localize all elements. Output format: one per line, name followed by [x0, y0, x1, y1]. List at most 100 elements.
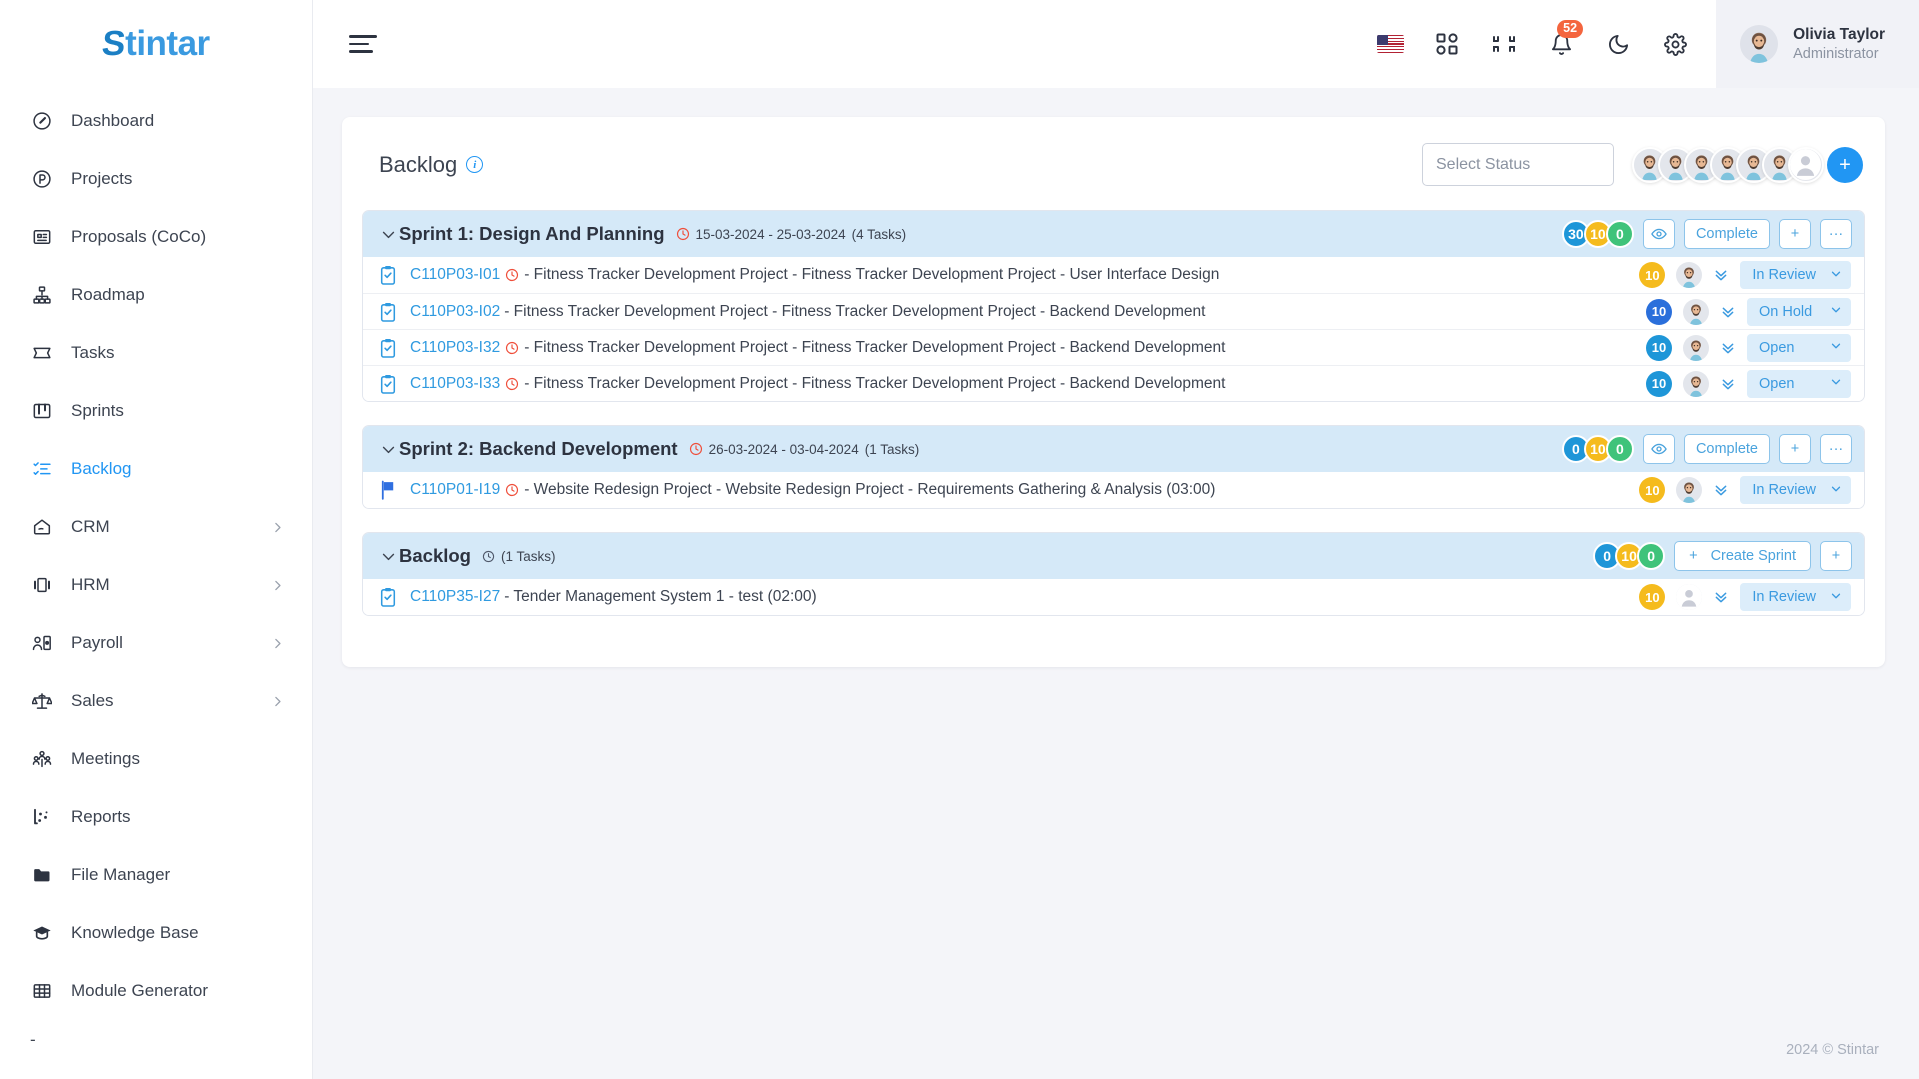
sidebar-item-file-manager[interactable]: File Manager [0, 846, 312, 904]
clock-icon [689, 442, 703, 456]
brand-logo[interactable]: Stintar [0, 0, 312, 88]
double-chevron-down-icon[interactable] [1713, 482, 1729, 498]
task-row-actions: 10 In Review [1639, 261, 1851, 289]
sprint-more-menu-button[interactable]: ··· [1820, 219, 1852, 249]
sidebar-item-projects[interactable]: Projects [0, 150, 312, 208]
dark-mode-icon[interactable] [1603, 29, 1633, 59]
task-key[interactable]: C110P03-I32 [410, 339, 500, 357]
task-clipboard-icon [377, 374, 399, 394]
task-points-badge: 10 [1639, 477, 1666, 503]
select-status-dropdown[interactable]: Select Status [1422, 143, 1614, 186]
task-assignee-avatar[interactable] [1683, 370, 1709, 397]
task-points-badge: 10 [1639, 262, 1666, 288]
task-status-dropdown[interactable]: In Review [1740, 583, 1851, 611]
task-status-dropdown[interactable]: Open [1747, 369, 1851, 398]
backlog-card: Backlog i Select Status + Sprint 1: Desi… [342, 117, 1885, 667]
create-sprint-plus-icon: + [1689, 548, 1698, 564]
empty-user-avatar[interactable] [1788, 146, 1824, 183]
profile-meta: Olivia Taylor Administrator [1793, 25, 1885, 63]
task-row[interactable]: C110P03-I02- Fitness Tracker Development… [363, 293, 1864, 329]
sprint-more-menu-button[interactable]: ··· [1820, 434, 1852, 464]
task-key[interactable]: C110P35-I27 [410, 588, 500, 606]
hamburger-icon[interactable] [349, 32, 379, 56]
create-sprint-button[interactable]: + Create Sprint [1674, 541, 1811, 571]
sidebar-item-crm[interactable]: CRM [0, 498, 312, 556]
task-status-dropdown[interactable]: Open [1747, 333, 1851, 362]
task-status-dropdown[interactable]: In Review [1740, 261, 1851, 289]
task-assignee-avatar[interactable] [1676, 262, 1703, 288]
task-status-dropdown[interactable]: In Review [1740, 476, 1851, 504]
chevron-down-icon[interactable] [377, 548, 399, 565]
chevron-down-icon[interactable] [377, 226, 399, 243]
sidebar-item-sprints[interactable]: Sprints [0, 382, 312, 440]
sidebar-item-backlog[interactable]: Backlog [0, 440, 312, 498]
task-status-dropdown[interactable]: On Hold [1747, 297, 1851, 326]
task-points-badge: 10 [1646, 298, 1672, 325]
double-chevron-down-icon[interactable] [1713, 589, 1729, 605]
sprint-preview-button[interactable] [1642, 434, 1675, 464]
task-row[interactable]: C110P03-I01 - Fitness Tracker Development… [363, 257, 1864, 293]
footer: 2024 © Stintar [313, 1042, 1919, 1079]
info-icon[interactable]: i [466, 156, 484, 173]
task-key[interactable]: C110P01-I19 [410, 481, 500, 499]
sidebar-item-meetings[interactable]: Meetings [0, 730, 312, 788]
double-chevron-down-icon[interactable] [1713, 267, 1729, 283]
apps-grid-icon[interactable] [1432, 29, 1462, 59]
task-key[interactable]: C110P03-I01 [410, 266, 500, 284]
sidebar-item-module-generator[interactable]: Module Generator [0, 962, 312, 1020]
task-status-label: In Review [1752, 589, 1816, 605]
sprint-count-badges: 30 10 0 [1561, 220, 1634, 248]
sprint-task-count: (1 Tasks) [500, 548, 556, 564]
sidebar-item-hrm[interactable]: HRM [0, 556, 312, 614]
double-chevron-down-icon[interactable] [1720, 304, 1736, 320]
task-assignee-avatar[interactable] [1683, 334, 1709, 361]
sprint-group-header: Sprint 1: Design And Planning 15-03-2024 … [363, 211, 1864, 257]
sidebar-item-knowledge-base[interactable]: Knowledge Base [0, 904, 312, 962]
task-row[interactable]: C110P01-I19 - Website Redesign Project - … [363, 472, 1864, 508]
sidebar-item-sales[interactable]: Sales [0, 672, 312, 730]
sprint-add-task-button[interactable]: + [1779, 434, 1811, 464]
task-assignee-avatar[interactable] [1683, 298, 1709, 325]
task-row-actions: 10 On Hold [1646, 297, 1851, 326]
sprint-group-header: Sprint 2: Backend Development 26-03-2024 … [363, 426, 1864, 472]
task-row[interactable]: C110P03-I33 - Fitness Tracker Development… [363, 365, 1864, 401]
task-points-badge: 10 [1646, 370, 1672, 397]
double-chevron-down-icon[interactable] [1720, 376, 1736, 392]
sidebar-item-proposals-coco[interactable]: Proposals (CoCo) [0, 208, 312, 266]
sidebar-item-label: Proposals (CoCo) [71, 227, 207, 246]
sidebar-item-tasks[interactable]: Tasks [0, 324, 312, 382]
backlog-add-task-button[interactable]: + [1820, 541, 1852, 571]
double-chevron-down-icon[interactable] [1720, 340, 1736, 356]
language-flag-us-icon[interactable] [1375, 29, 1405, 59]
backlog-icon [30, 457, 54, 481]
sprint-add-task-button[interactable]: + [1779, 219, 1811, 249]
user-profile-menu[interactable]: Olivia Taylor Administrator [1716, 0, 1919, 88]
task-clipboard-icon [377, 587, 399, 607]
sidebar-item-label: Projects [71, 169, 133, 188]
sidebar-item-reports[interactable]: Reports [0, 788, 312, 846]
sidebar-item-roadmap[interactable]: Roadmap [0, 266, 312, 324]
sprint-complete-button[interactable]: Complete [1683, 219, 1770, 249]
sprint-preview-button[interactable] [1642, 219, 1675, 249]
task-assignee-avatar[interactable] [1676, 477, 1703, 503]
fullscreen-exit-icon[interactable] [1489, 29, 1519, 59]
settings-gear-icon[interactable] [1660, 29, 1690, 59]
sprint-meta: (1 Tasks) [482, 548, 556, 564]
sprint-complete-button[interactable]: Complete [1683, 434, 1770, 464]
empty-user-avatar[interactable] [1676, 584, 1703, 610]
task-clipboard-icon [377, 265, 399, 285]
sidebar-item-payroll[interactable]: Payroll [0, 614, 312, 672]
sprint-meta: 26-03-2024 - 03-04-2024 (1 Tasks) [689, 442, 919, 457]
task-status-label: In Review [1752, 267, 1816, 283]
notifications-bell-icon[interactable]: 52 [1546, 20, 1584, 59]
flag-canton [1376, 35, 1389, 45]
sidebar-item-dashboard[interactable]: Dashboard [0, 92, 312, 150]
task-row[interactable]: C110P03-I32 - Fitness Tracker Development… [363, 329, 1864, 365]
task-row[interactable]: C110P35-I27- Tender Management System 1 … [363, 579, 1864, 615]
task-key[interactable]: C110P03-I33 [410, 375, 500, 393]
add-member-button[interactable]: + [1827, 146, 1863, 183]
sidebar-item-label: Backlog [71, 459, 132, 478]
task-key[interactable]: C110P03-I02 [410, 303, 500, 321]
chevron-down-icon[interactable] [377, 441, 399, 458]
sidebar-item-label: Tasks [71, 343, 115, 362]
